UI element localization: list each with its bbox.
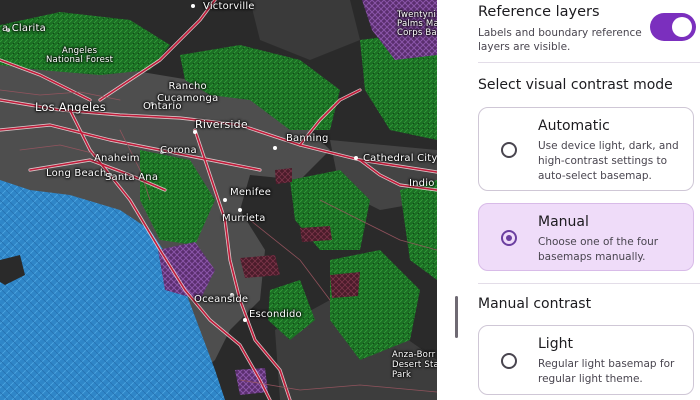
place-escondido: Escondido bbox=[249, 309, 302, 320]
place-indio: Indio bbox=[409, 178, 435, 189]
option-light-description: Regular light basemap for regular light … bbox=[538, 358, 675, 385]
radio-light[interactable] bbox=[501, 353, 517, 369]
place-murrieta: Murrieta bbox=[222, 213, 266, 224]
scrollbar[interactable] bbox=[455, 296, 458, 338]
option-light-title: Light bbox=[538, 336, 573, 352]
place-santa-ana: Santa Ana bbox=[105, 172, 159, 183]
option-light[interactable]: Light Regular light basemap for regular … bbox=[478, 325, 694, 395]
manual-contrast-title: Manual contrast bbox=[478, 296, 592, 312]
divider bbox=[478, 283, 700, 284]
place-anza-borrego: Anza-Borr Desert Sta Park bbox=[392, 350, 437, 380]
reference-layers-title: Reference layers bbox=[478, 4, 600, 20]
reference-layers-description: Labels and boundary reference layers are… bbox=[478, 27, 642, 53]
place-santa-clarita: a Clarita bbox=[2, 23, 46, 34]
option-automatic[interactable]: Automatic Use device light, dark, and hi… bbox=[478, 107, 694, 191]
option-automatic-title: Automatic bbox=[538, 118, 610, 134]
option-manual-description: Choose one of the four basemaps manually… bbox=[538, 236, 659, 263]
toggle-thumb bbox=[672, 17, 692, 37]
reference-layers-toggle[interactable] bbox=[650, 13, 696, 41]
place-cathedral-city: Cathedral City bbox=[363, 153, 437, 164]
option-automatic-description: Use device light, dark, and high-contras… bbox=[538, 140, 679, 182]
place-ontario: Ontario bbox=[143, 101, 182, 112]
visual-contrast-mode-title: Select visual contrast mode bbox=[478, 77, 673, 93]
place-corona: Corona bbox=[160, 145, 197, 156]
place-los-angeles: Los Angeles bbox=[35, 100, 106, 114]
place-angeles-national-forest: Angeles National Forest bbox=[46, 46, 114, 65]
place-long-beach: Long Beach bbox=[46, 168, 107, 179]
place-riverside: Riverside bbox=[195, 118, 248, 131]
place-oceanside: Oceanside bbox=[194, 294, 249, 305]
place-twentynine-palms: Twentyni Palms Mar Corps Ba bbox=[397, 10, 437, 38]
radio-automatic[interactable] bbox=[501, 142, 517, 158]
option-manual-title: Manual bbox=[538, 214, 589, 230]
place-anaheim: Anaheim bbox=[94, 153, 140, 164]
option-manual[interactable]: Manual Choose one of the four basemaps m… bbox=[478, 203, 694, 271]
divider bbox=[478, 62, 700, 63]
radio-manual[interactable] bbox=[501, 230, 517, 246]
place-banning: Banning bbox=[286, 133, 329, 144]
place-menifee: Menifee bbox=[230, 187, 272, 198]
settings-panel: Reference layers Labels and boundary ref… bbox=[437, 0, 700, 400]
place-victorville: Victorville bbox=[203, 1, 255, 12]
map-view[interactable]: Victorville a Clarita Angeles National F… bbox=[0, 0, 437, 400]
